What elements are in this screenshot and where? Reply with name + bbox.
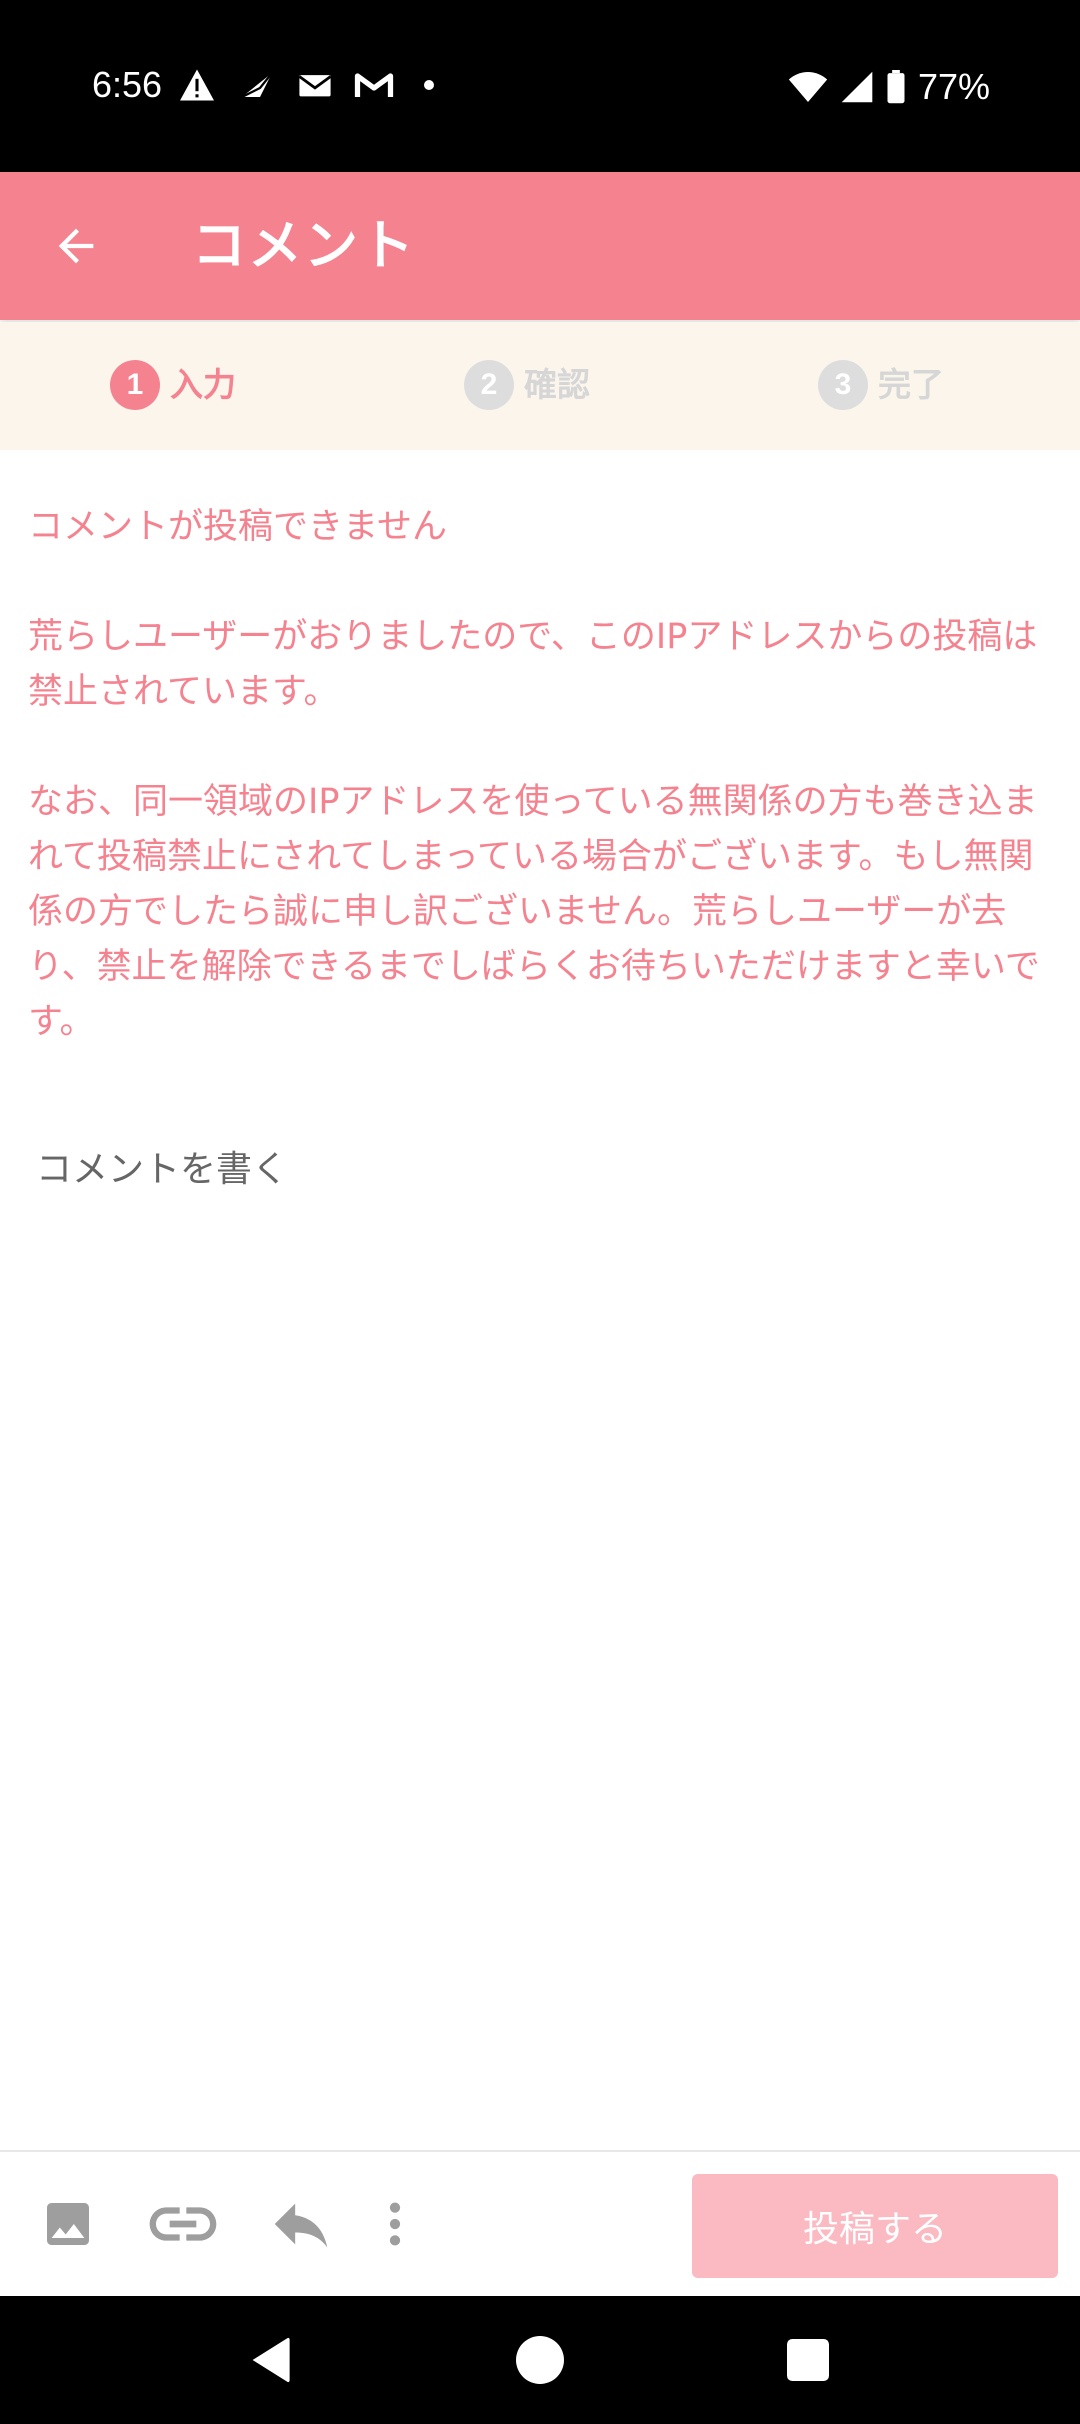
status-bar: 6:56 77% (0, 0, 1080, 172)
reply-button[interactable] (259, 2182, 343, 2266)
home-circle-icon (516, 2336, 564, 2384)
nav-home-button[interactable] (500, 2320, 580, 2400)
step-label: 入力 (170, 365, 236, 404)
battery-icon (887, 70, 905, 104)
app-bar: コメント (0, 172, 1080, 320)
mail-icon (298, 75, 332, 97)
arrow-back-icon (58, 228, 94, 264)
more-vert-icon (389, 2202, 401, 2246)
back-triangle-icon (252, 2337, 290, 2383)
step-number: 3 (818, 360, 868, 410)
step-complete: 3 完了 (818, 360, 944, 410)
nav-recents-button[interactable] (768, 2320, 848, 2400)
step-label: 完了 (878, 365, 944, 404)
status-time: 6:56 (92, 64, 163, 105)
notification-icons (178, 68, 434, 102)
compose-toolbar: 投稿する (0, 2150, 1080, 2298)
link-icon (149, 2207, 217, 2241)
wifi-icon (788, 72, 828, 102)
more-options-button[interactable] (353, 2182, 437, 2266)
step-number: 1 (110, 360, 160, 410)
step-number: 2 (464, 360, 514, 410)
reply-icon (274, 2203, 328, 2248)
gmail-icon (354, 73, 394, 97)
comment-input[interactable] (24, 1138, 1054, 2138)
system-nav-bar (0, 2296, 1080, 2424)
error-paragraph-apology: なお、同一領域のIPアドレスを使っている無関係の方も巻き込まれて投稿禁止にされて… (28, 782, 1040, 1042)
dot-icon (424, 80, 434, 90)
insert-image-button[interactable] (26, 2182, 110, 2266)
nav-back-button[interactable] (230, 2320, 310, 2400)
image-icon (47, 2203, 89, 2245)
error-paragraph-ban: 荒らしユーザーがおりましたので、このIPアドレスからの投稿は禁止されています。 (28, 617, 1038, 712)
step-confirm: 2 確認 (464, 360, 590, 410)
signal-icon (841, 71, 873, 103)
post-button[interactable]: 投稿する (692, 2174, 1058, 2278)
system-icons: 77% (788, 64, 990, 110)
step-input: 1 入力 (110, 360, 236, 410)
recents-square-icon (787, 2339, 829, 2381)
send-icon (241, 72, 273, 99)
back-button[interactable] (34, 204, 118, 288)
page-title: コメント (192, 214, 416, 277)
error-heading: コメントが投稿できません (28, 507, 447, 547)
battery-percent: 77% (917, 66, 990, 107)
step-label: 確認 (524, 365, 590, 404)
progress-stepper: 1 入力 2 確認 3 完了 (0, 322, 1080, 450)
insert-link-button[interactable] (141, 2182, 225, 2266)
warning-icon (180, 69, 214, 101)
error-message: コメントが投稿できません 荒らしユーザーがおりましたので、このIPアドレスからの… (28, 500, 1058, 1105)
